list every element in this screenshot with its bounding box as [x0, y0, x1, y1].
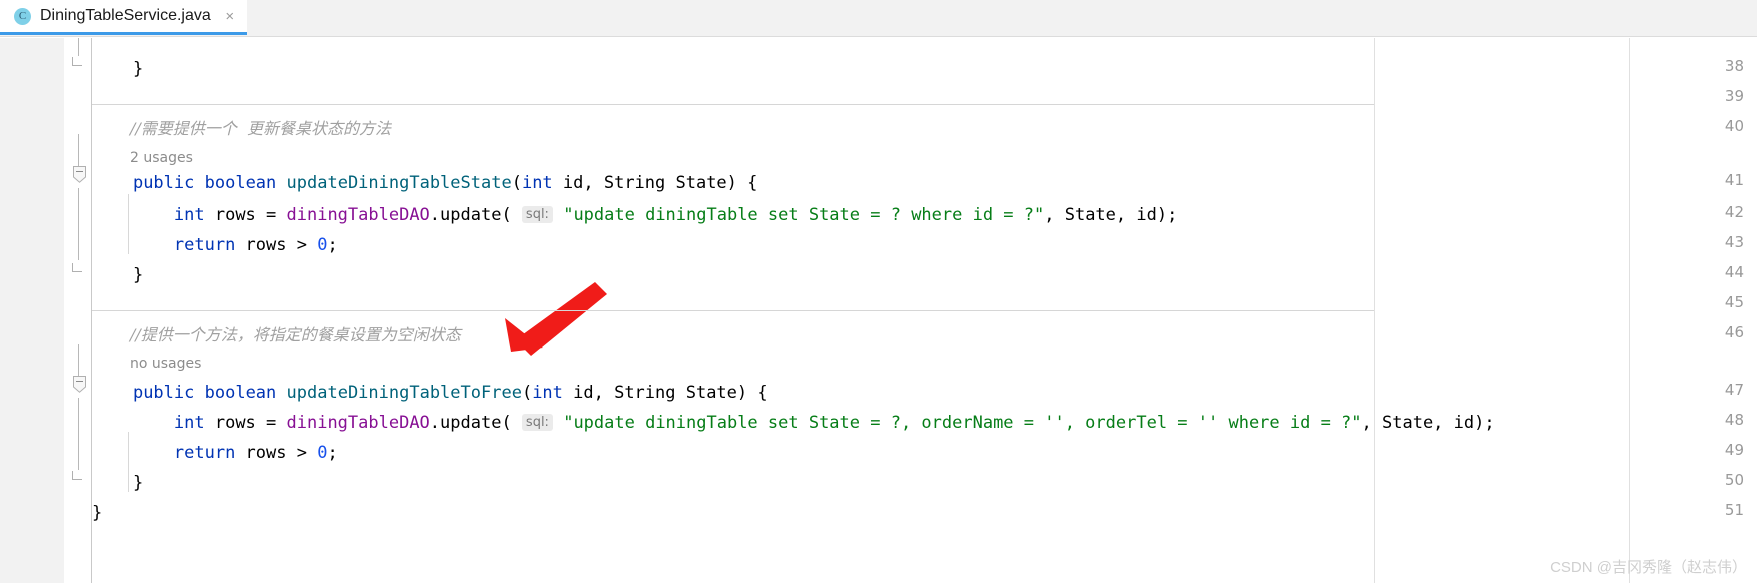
fold-rail	[78, 134, 79, 170]
code-token: }	[92, 503, 103, 523]
code-token: diningTableDAO	[286, 205, 430, 225]
code-token: }	[92, 59, 144, 79]
code-line[interactable]: }	[92, 264, 143, 286]
editor-gutter[interactable]	[0, 38, 64, 583]
fold-rail	[78, 344, 79, 380]
code-token: boolean	[204, 173, 277, 193]
code-token: .update(	[429, 205, 522, 225]
code-token: rows =	[204, 205, 287, 225]
code-token: 0	[317, 235, 328, 255]
usages-inlay-hint[interactable]: no usages	[130, 354, 201, 374]
code-line[interactable]: }	[92, 58, 143, 80]
watermark-text: CSDN @吉冈秀隆（赵志伟）	[1550, 559, 1747, 576]
code-line[interactable]: }	[92, 472, 143, 494]
editor-tab-bar: C DiningTableService.java ×	[0, 0, 1757, 37]
code-token: "update diningTable set State = ?, order…	[563, 413, 1362, 433]
code-line[interactable]: public boolean updateDiningTableState(in…	[92, 172, 757, 194]
code-token: id, String State) {	[562, 383, 768, 403]
code-token: int	[532, 383, 563, 403]
code-token: diningTableDAO	[286, 413, 430, 433]
code-token: (	[511, 173, 522, 193]
code-token: rows =	[204, 413, 287, 433]
code-token: "update diningTable set State = ? where …	[563, 205, 1045, 225]
code-token: ;	[327, 443, 338, 463]
secondary-margin-guide	[1629, 38, 1630, 583]
fold-end-marker[interactable]	[72, 258, 87, 273]
code-token: int	[173, 205, 205, 225]
code-token: }	[92, 473, 144, 493]
usages-inlay-hint[interactable]: 2 usages	[130, 148, 193, 168]
editor-tab-dining-table-service[interactable]: C DiningTableService.java ×	[0, 0, 247, 35]
code-token: (	[521, 383, 533, 403]
right-margin-guide	[1374, 38, 1375, 583]
code-line[interactable]: int rows = diningTableDAO.update( sql: "…	[92, 204, 1177, 226]
close-icon[interactable]: ×	[223, 9, 237, 24]
code-line[interactable]: }	[92, 502, 102, 524]
code-token: public	[132, 173, 195, 193]
code-token: , State, id);	[1044, 205, 1178, 225]
code-token: }	[92, 265, 144, 285]
code-token: public	[132, 383, 195, 403]
fold-collapse-marker[interactable]	[72, 376, 87, 393]
code-token: rows >	[235, 235, 318, 255]
code-token: return	[173, 235, 236, 255]
sql-parameter-hint[interactable]: sql:	[521, 414, 553, 431]
editor-tab-label: DiningTableService.java	[40, 7, 211, 24]
code-token: int	[521, 173, 553, 193]
code-comment[interactable]: //需要提供一个 更新餐桌状态的方法	[130, 118, 391, 140]
member-separator	[92, 310, 1374, 311]
code-token: boolean	[204, 383, 277, 403]
ide-editor-window: C DiningTableService.java × 38 39 40 41 42 43…	[0, 0, 1757, 583]
code-token: int	[173, 413, 205, 433]
code-token: rows >	[235, 443, 318, 463]
java-class-icon: C	[14, 7, 31, 25]
fold-rail	[78, 398, 79, 470]
fold-end-marker[interactable]	[72, 466, 87, 481]
fold-end-marker[interactable]	[72, 52, 87, 67]
code-line[interactable]: int rows = diningTableDAO.update( sql: "…	[92, 412, 1495, 434]
code-comment[interactable]: //提供一个方法，将指定的餐桌设置为空闲状态	[130, 324, 461, 346]
code-token: 0	[317, 443, 328, 463]
code-token: , State, id);	[1361, 413, 1495, 433]
code-line[interactable]: public boolean updateDiningTableToFree(i…	[92, 382, 768, 404]
code-line[interactable]: return rows > 0;	[92, 234, 338, 256]
fold-collapse-marker[interactable]	[72, 166, 87, 183]
code-editor[interactable]: 38 39 40 41 42 43 44 45 46 47 48 49 50 51 }//需要提供一个 更…	[0, 38, 1757, 583]
member-separator	[92, 104, 1374, 105]
fold-rail	[78, 188, 79, 260]
code-token: updateDiningTableState	[286, 173, 512, 193]
code-token: .update(	[429, 413, 522, 433]
code-token: id, String State) {	[552, 173, 758, 193]
sql-parameter-hint[interactable]: sql:	[521, 206, 553, 223]
code-line[interactable]: return rows > 0;	[92, 442, 338, 464]
code-token: return	[173, 443, 236, 463]
code-token: ;	[327, 235, 338, 255]
code-token: updateDiningTableToFree	[286, 383, 522, 403]
